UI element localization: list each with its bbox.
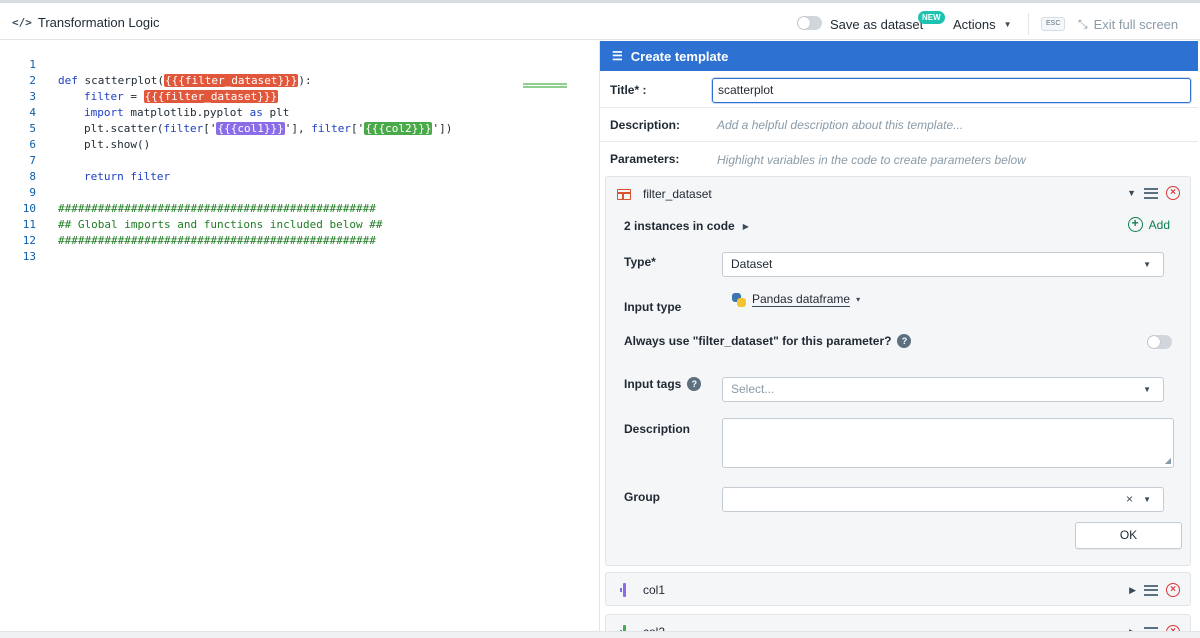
always-use-row: Always use "filter_dataset" for this par… — [624, 334, 912, 348]
instances-label: 2 instances in code — [624, 219, 735, 233]
chevron-down-icon[interactable]: ▼ — [1127, 188, 1136, 198]
line-number: 13 — [22, 250, 36, 263]
actions-menu-button[interactable]: Actions ▼ — [953, 17, 1012, 32]
chevron-down-icon: ▼ — [1143, 385, 1151, 394]
parameter-name: col1 — [643, 583, 666, 597]
ok-button[interactable]: OK — [1075, 522, 1182, 549]
save-as-dataset-label[interactable]: Save as dataset — [830, 17, 923, 32]
parameter-card-filter-dataset: filter_dataset ▼ × 2 instances in code ▶… — [605, 176, 1191, 566]
description-row: Description: Add a helpful description a… — [600, 108, 1198, 142]
add-instance-button[interactable]: + Add — [1127, 217, 1170, 232]
input-type-value: Pandas dataframe — [752, 292, 851, 307]
code-line[interactable]: 3 import matplotlib.pyplot as plt — [0, 73, 598, 119]
parameter-name: filter_dataset — [643, 187, 712, 201]
description-input[interactable]: Add a helpful description about this tem… — [717, 118, 963, 132]
chevron-down-icon: ▼ — [1143, 260, 1151, 269]
divider — [1028, 13, 1029, 35]
code-line[interactable]: 4 plt.scatter(filter['{{{col1}}}'], filt… — [0, 89, 598, 135]
input-tags-row: Input tags ? — [624, 377, 702, 391]
code-line[interactable]: 11 #####################################… — [0, 201, 598, 247]
table-icon — [617, 189, 631, 200]
code-line[interactable]: 8 — [0, 153, 598, 183]
parameter-card-col1[interactable]: col1 ▶ × — [605, 572, 1191, 606]
chevron-down-icon: ▼ — [1003, 20, 1012, 29]
chevron-right-icon[interactable]: ▶ — [1129, 585, 1136, 596]
minimize-icon: ⤡ — [1078, 17, 1088, 31]
code-line[interactable]: 13 — [0, 233, 598, 263]
toggle-knob — [798, 17, 810, 29]
chevron-down-icon: ▾ — [856, 295, 861, 304]
parameters-row: Parameters: Highlight variables in the c… — [600, 142, 1198, 172]
code-line[interactable]: 2 filter = {{{filter_dataset}}} — [0, 57, 598, 103]
parameters-label: Parameters: — [610, 152, 680, 166]
help-icon[interactable]: ? — [897, 334, 912, 348]
input-tags-placeholder: Select... — [731, 382, 775, 396]
code-line[interactable]: 12 — [0, 217, 598, 247]
drag-handle-icon[interactable] — [1144, 187, 1158, 199]
esc-key-hint: ESC — [1041, 17, 1066, 31]
clear-icon[interactable]: × — [1126, 488, 1133, 511]
resize-handle-icon[interactable]: ◢ — [1165, 456, 1171, 465]
editor-title-label: Transformation Logic — [37, 15, 160, 30]
code-line[interactable]: 9 ######################################… — [0, 169, 598, 215]
type-label: Type* — [624, 255, 656, 269]
plus-circle-icon: + — [1127, 217, 1143, 232]
chevron-down-icon: ▼ — [1143, 495, 1151, 504]
input-type-label: Input type — [624, 300, 682, 314]
panel-header: ☰ Create template — [600, 41, 1198, 71]
type-select[interactable]: Dataset ▼ — [722, 252, 1164, 277]
card-controls: ▼ × — [1127, 186, 1180, 200]
description-label: Description — [624, 422, 691, 436]
app-window: </> Transformation Logic Save as dataset… — [0, 0, 1200, 638]
editor-title: </> Transformation Logic — [12, 15, 160, 30]
always-use-label: Always use "filter_dataset" for this par… — [624, 334, 892, 348]
code-editor[interactable]: 1 def scatterplot({{{filter_dataset}}}):… — [0, 41, 598, 631]
column-icon — [620, 583, 628, 597]
always-use-toggle[interactable] — [1147, 335, 1172, 349]
group-select[interactable]: × ▼ — [722, 487, 1164, 512]
add-label: Add — [1148, 217, 1170, 232]
type-value: Dataset — [731, 257, 773, 271]
create-template-panel: ☰ Create template Title* : scatterplot D… — [599, 41, 1198, 631]
code-line[interactable]: 7 return filter — [0, 137, 598, 183]
title-row: Title* : scatterplot — [600, 71, 1198, 108]
actions-label: Actions — [953, 17, 996, 32]
toggle-knob — [1148, 336, 1160, 348]
chevron-right-icon: ▶ — [742, 221, 749, 231]
exit-full-screen-label: Exit full screen — [1093, 17, 1179, 32]
input-type-dropdown[interactable]: Pandas dataframe ▾ — [732, 292, 860, 307]
new-badge: NEW — [918, 11, 945, 24]
top-bar: </> Transformation Logic Save as dataset… — [0, 6, 1200, 40]
code-line[interactable]: 6 — [0, 121, 598, 151]
description-label: Description: — [610, 118, 681, 132]
code-icon: </> — [12, 16, 32, 29]
title-input[interactable]: scatterplot — [712, 78, 1191, 103]
group-label: Group — [624, 490, 660, 504]
panel-title: Create template — [630, 48, 729, 64]
description-textarea[interactable]: ◢ — [722, 418, 1174, 468]
delete-icon[interactable]: × — [1166, 186, 1180, 200]
parameters-hint: Highlight variables in the code to creat… — [717, 153, 1026, 167]
code-line[interactable]: 1 def scatterplot({{{filter_dataset}}}): — [0, 41, 598, 87]
parameter-card-col2[interactable]: col2 ▶ × — [605, 614, 1191, 631]
delete-icon[interactable]: × — [1166, 583, 1180, 597]
python-icon — [732, 292, 746, 307]
title-label: Title* : — [610, 83, 647, 97]
card-controls: ▶ × — [1129, 583, 1180, 597]
exit-full-screen-button[interactable]: ⤡ Exit full screen — [1078, 17, 1178, 32]
help-icon[interactable]: ? — [687, 377, 702, 391]
input-tags-label: Input tags — [624, 377, 682, 391]
checklist-icon: ☰ — [612, 49, 623, 63]
code-line[interactable]: 5 plt.show() — [0, 105, 598, 151]
save-as-dataset-toggle[interactable] — [797, 16, 822, 30]
code-line[interactable]: 10 ## Global imports and functions inclu… — [0, 185, 598, 231]
instances-toggle[interactable]: 2 instances in code ▶ — [624, 219, 749, 233]
drag-handle-icon[interactable] — [1144, 584, 1158, 596]
input-tags-select[interactable]: Select... ▼ — [722, 377, 1164, 402]
